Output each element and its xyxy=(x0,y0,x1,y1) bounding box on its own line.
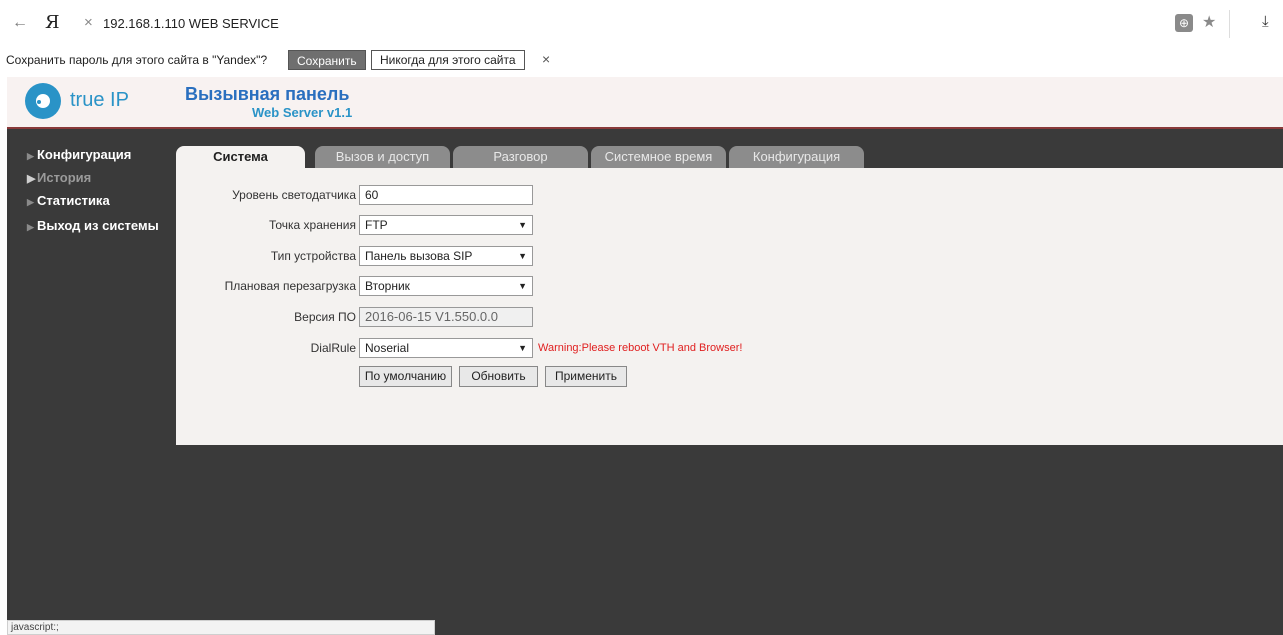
page-subtitle: Web Server v1.1 xyxy=(252,105,353,120)
never-save-button[interactable]: Никогда для этого сайта xyxy=(371,50,525,70)
toolbar-separator xyxy=(1229,10,1237,38)
password-save-bar: Сохранить пароль для этого сайта в "Yand… xyxy=(0,47,1283,73)
storage-label: Точка хранения xyxy=(268,218,356,232)
tab-conversation[interactable]: Разговор xyxy=(453,146,588,168)
bullet-arrow-icon: ▶ xyxy=(27,222,34,232)
chevron-down-icon: ▼ xyxy=(518,343,527,353)
save-password-button[interactable]: Сохранить xyxy=(288,50,366,70)
download-icon[interactable]: ⤓ xyxy=(1262,13,1269,30)
device-type-label: Тип устройства xyxy=(270,249,356,263)
version-label: Версия ПО xyxy=(294,310,356,324)
site-header: true IP Вызывная панель Web Server v1.1 xyxy=(7,77,1283,127)
reboot-warning: Warning:Please reboot VTH and Browser! xyxy=(538,342,743,354)
reboot-select[interactable]: Вторник ▼ xyxy=(359,276,533,296)
back-arrow-icon[interactable]: ← xyxy=(12,14,28,32)
stop-icon[interactable]: × xyxy=(84,14,93,31)
dialrule-select[interactable]: Noserial ▼ xyxy=(359,338,533,358)
page-edge xyxy=(0,73,7,635)
tab-system[interactable]: Система xyxy=(176,146,305,169)
bullet-arrow-icon: ▶ xyxy=(27,197,34,207)
sidebar-item-history[interactable]: ▶ История xyxy=(27,170,91,185)
tab-configuration[interactable]: Конфигурация xyxy=(729,146,864,168)
close-icon[interactable]: × xyxy=(542,51,550,67)
refresh-button[interactable]: Обновить xyxy=(459,366,538,387)
trueip-logo-icon xyxy=(25,83,61,119)
chevron-down-icon: ▼ xyxy=(518,281,527,291)
yandex-logo[interactable]: Я xyxy=(45,12,60,33)
main-area: ▶ Конфигурация ▶ История ▶ Статистика ▶ Выхо… xyxy=(7,127,1283,635)
tab-system-time[interactable]: Системное время xyxy=(591,146,726,168)
page-title: Вызывная панель xyxy=(185,84,350,104)
browser-toolbar: ← Я × 192.168.1.110 WEB SERVICE ⊕ ★ ⤓ xyxy=(0,10,1283,38)
storage-select[interactable]: FTP ▼ xyxy=(359,215,533,235)
reboot-label: Плановая перезагрузка xyxy=(224,279,356,293)
bullet-arrow-icon: ▶ xyxy=(27,151,34,161)
bookmark-star-icon[interactable]: ★ xyxy=(1202,12,1216,32)
version-field: 2016-06-15 V1.550.0.0 xyxy=(359,307,533,327)
chevron-down-icon: ▼ xyxy=(518,220,527,230)
light-sensor-label: Уровень светодатчика xyxy=(232,188,356,202)
status-bar: javascript:; xyxy=(7,620,435,635)
globe-icon[interactable]: ⊕ xyxy=(1175,14,1193,32)
light-sensor-input[interactable]: 60 xyxy=(359,185,533,205)
apply-button[interactable]: Применить xyxy=(545,366,627,387)
tab-call-access[interactable]: Вызов и доступ xyxy=(315,146,450,168)
sidebar-item-statistics[interactable]: ▶ Статистика xyxy=(27,193,110,208)
device-type-select[interactable]: Панель вызова SIP ▼ xyxy=(359,246,533,266)
chevron-down-icon: ▼ xyxy=(518,251,527,261)
logo-text: true IP xyxy=(70,89,129,111)
password-prompt: Сохранить пароль для этого сайта в "Yand… xyxy=(6,53,268,67)
sidebar-item-configuration[interactable]: ▶ Конфигурация xyxy=(27,147,131,162)
address-bar[interactable]: 192.168.1.110 WEB SERVICE xyxy=(103,16,279,31)
settings-panel: Уровень светодатчика 60 Точка хранения F… xyxy=(176,168,1283,445)
sidebar-item-logout[interactable]: ▶ Выход из системы xyxy=(27,218,159,233)
default-button[interactable]: По умолчанию xyxy=(359,366,452,387)
expand-arrow-icon: ▶ xyxy=(27,173,36,185)
dialrule-label: DialRule xyxy=(310,341,356,355)
